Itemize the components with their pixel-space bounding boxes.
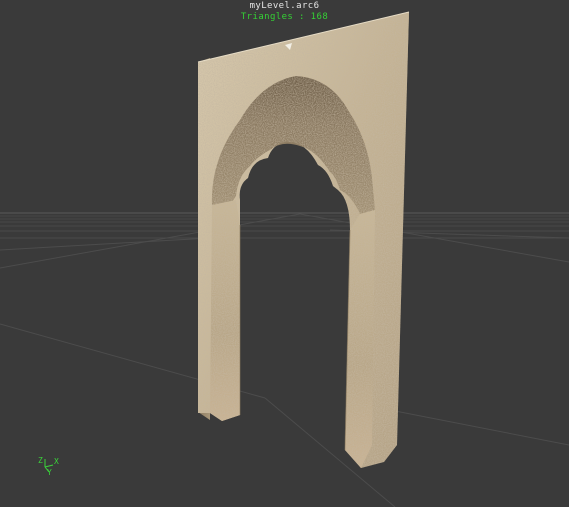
axis-x-label: X: [54, 457, 59, 466]
arch-model[interactable]: [197, 11, 410, 468]
scene-canvas[interactable]: [0, 0, 569, 507]
3d-viewport[interactable]: myLevel.arc6 Triangles : 168 Z X Y: [0, 0, 569, 507]
axis-y-label: Y: [47, 468, 52, 477]
axis-z-label: Z: [38, 456, 43, 465]
triangle-count: Triangles : 168: [240, 12, 329, 22]
level-filename: myLevel.arc6: [249, 1, 320, 11]
viewport-hud: myLevel.arc6 Triangles : 168: [0, 1, 569, 23]
ground-grid: [0, 212, 569, 507]
axis-gizmo-icon: Z X Y: [36, 455, 66, 479]
